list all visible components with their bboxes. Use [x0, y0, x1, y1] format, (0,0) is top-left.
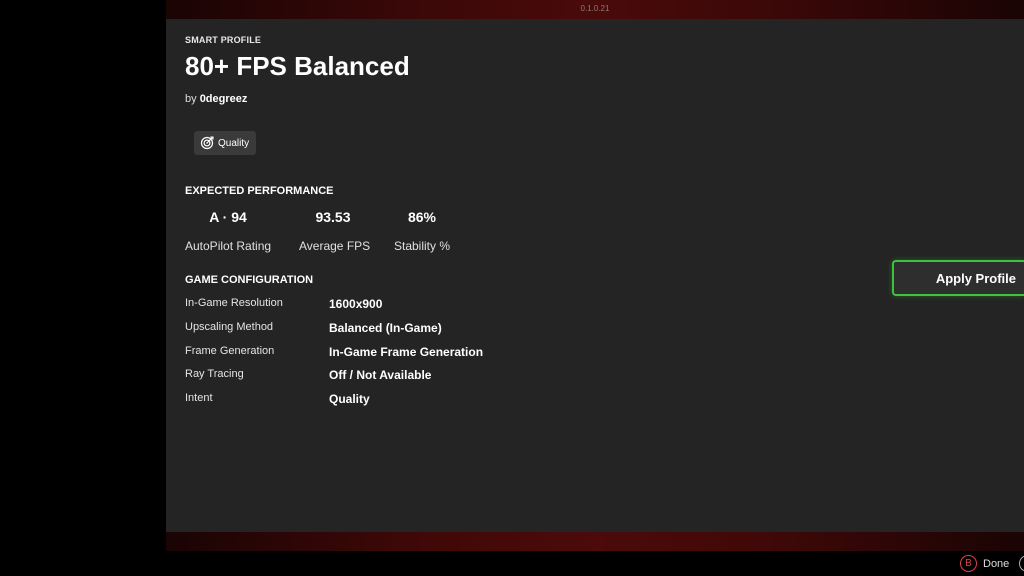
autopilot-rating-value: A · 94: [209, 209, 247, 225]
done-label[interactable]: Done: [983, 558, 1009, 570]
profile-kind-label: SMART PROFILE: [185, 35, 262, 45]
config-key-upscaling: Upscaling Method: [185, 321, 274, 333]
bottom-band: [166, 532, 1024, 551]
target-icon: [200, 136, 214, 150]
intent-tag-label: Quality: [218, 137, 250, 149]
left-margin: [0, 0, 166, 576]
config-value-intent: Quality: [329, 392, 370, 406]
config-key-intent: Intent: [185, 392, 213, 404]
version-label: 0.1.0.21: [580, 4, 610, 13]
apply-profile-label: Apply Profile: [935, 270, 1016, 286]
config-value-upscaling: Balanced (In-Game): [329, 321, 442, 335]
average-fps-value: 93.53: [315, 209, 351, 225]
author-prefix: by: [185, 93, 197, 105]
autopilot-rating-label: AutoPilot Rating: [185, 239, 272, 253]
config-value-resolution: 1600x900: [329, 297, 383, 311]
config-value-ray-tracing: Off / Not Available: [329, 368, 432, 382]
apply-profile-button[interactable]: Apply Profile: [892, 260, 1024, 296]
config-heading: GAME CONFIGURATION: [185, 274, 314, 286]
performance-heading: EXPECTED PERFORMANCE: [185, 185, 334, 197]
config-key-resolution: In-Game Resolution: [185, 297, 283, 309]
top-band: 0.1.0.21: [166, 0, 1024, 19]
b-button-icon[interactable]: B: [960, 555, 977, 572]
profile-title: 80+ FPS Balanced: [185, 51, 410, 81]
intent-tag: Quality: [194, 131, 256, 155]
stability-label: Stability %: [393, 239, 451, 253]
profile-author: by 0degreez: [185, 93, 247, 105]
footer-bar: [166, 551, 1024, 576]
author-name: 0degreez: [199, 93, 248, 105]
config-key-ray-tracing: Ray Tracing: [185, 368, 244, 380]
config-key-frame-generation: Frame Generation: [185, 345, 275, 357]
config-value-frame-generation: In-Game Frame Generation: [329, 345, 484, 359]
stability-value: 86%: [407, 209, 437, 225]
average-fps-label: Average FPS: [299, 239, 371, 253]
